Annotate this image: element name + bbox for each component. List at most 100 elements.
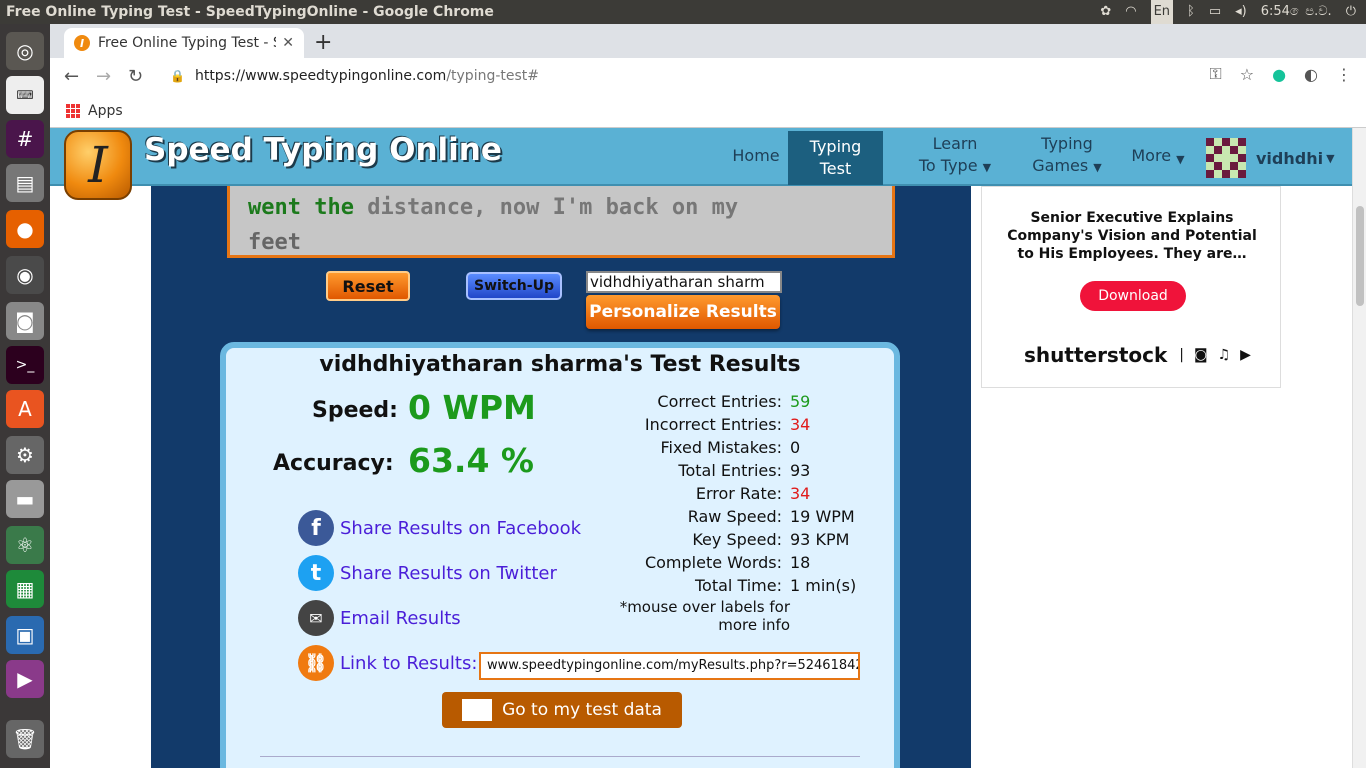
stat-value: 19 WPM (790, 507, 855, 526)
close-tab-icon[interactable]: ✕ (282, 35, 294, 51)
keyboard-app-icon[interactable]: ⌨ (6, 76, 44, 114)
nav-learn-label-2: To Type (918, 156, 978, 175)
power-icon[interactable]: ⏻ (1346, 0, 1356, 24)
link-to-results-label: Link to Results: (340, 652, 478, 674)
system-tray: ✿ ◠ En ᛒ ▭ ◂) 6:54 ෙප.ව. ⏻ (1100, 0, 1366, 24)
video-play-icon: ▶ (1240, 347, 1251, 363)
apps-bookmark[interactable]: Apps (88, 103, 123, 119)
stat-label[interactable]: Raw Speed: (590, 505, 790, 528)
email-results-link[interactable]: ✉ Email Results (298, 600, 461, 636)
nav-more[interactable]: More ▼ (1118, 128, 1198, 184)
stats-note-line-2: more info (718, 616, 790, 634)
speed-label[interactable]: Speed: (312, 398, 398, 423)
nav-typing-games[interactable]: Typing Games ▼ (1012, 128, 1122, 184)
share-facebook-link[interactable]: f Share Results on Facebook (298, 510, 581, 546)
separator: | (1179, 347, 1185, 363)
software-center-icon[interactable]: A (6, 390, 44, 428)
advertisement[interactable]: Senior Executive Explains Company's Visi… (981, 186, 1281, 388)
spreadsheet-icon[interactable]: ▦ (6, 570, 44, 608)
results-link-field[interactable]: www.speedtypingonline.com/myResults.php?… (479, 652, 860, 680)
stat-label[interactable]: Total Time: (590, 574, 790, 597)
atom-icon[interactable]: ⚛ (6, 526, 44, 564)
share-facebook-label: Share Results on Facebook (340, 517, 582, 539)
file-cabinet-icon[interactable]: ▤ (6, 164, 44, 202)
wifi-icon[interactable]: ◠ (1125, 0, 1136, 24)
stat-value: 0 (790, 438, 801, 457)
lock-icon: 🔒 (170, 69, 185, 83)
grammarly-icon[interactable]: ● (1272, 65, 1286, 84)
ad-brand-name: shutterstock (1024, 343, 1168, 367)
bluetooth-icon[interactable]: ᛒ (1187, 0, 1195, 24)
profile-avatar[interactable]: ◐ (1304, 65, 1318, 84)
site-logo-text[interactable]: Speed Typing Online (144, 132, 502, 168)
divider (260, 756, 860, 757)
stat-label[interactable]: Key Speed: (590, 528, 790, 551)
settings-icon[interactable]: ✿ (1100, 0, 1111, 24)
firefox-icon[interactable]: ● (6, 210, 44, 248)
dropdown-arrow-icon: ▼ (1326, 151, 1335, 165)
stat-label[interactable]: Incorrect Entries: (590, 413, 790, 436)
nav-games-label-1: Typing (1041, 134, 1093, 153)
trash-icon[interactable]: 🗑 (6, 720, 44, 758)
typing-text-display[interactable]: went the distance, now I'm back on my fe… (227, 186, 895, 258)
stat-label[interactable]: Fixed Mistakes: (590, 436, 790, 459)
stat-row: Fixed Mistakes: 0 (590, 436, 890, 459)
results-panel: vidhdhiyatharan sharma's Test Results Sp… (220, 342, 900, 768)
nav-learn-label-1: Learn (932, 134, 978, 153)
ubuntu-dash-icon[interactable]: ◎ (6, 32, 44, 70)
system-settings-icon[interactable]: ⚙ (6, 436, 44, 474)
nav-home-label: Home (732, 146, 780, 165)
battery-icon[interactable]: ▭ (1209, 0, 1221, 24)
stat-row: Incorrect Entries: 34 (590, 413, 890, 436)
chrome-icon[interactable]: ◉ (6, 256, 44, 294)
camera-app-icon[interactable]: ◙ (6, 302, 44, 340)
name-input[interactable]: vidhdhiyatharan sharm (586, 271, 782, 293)
menu-dots-icon[interactable]: ⋮ (1336, 65, 1352, 84)
clock[interactable]: 6:54 ෙප.ව. (1261, 0, 1332, 24)
camera-icon: ◙ (1194, 347, 1208, 363)
stat-row: Error Rate: 34 (590, 482, 890, 505)
web-page: Speed Typing Online Home Typing Test Lear… (50, 128, 1352, 768)
document-viewer-icon[interactable]: ▣ (6, 616, 44, 654)
go-to-test-data-button[interactable]: Go to my test data (442, 692, 682, 728)
address-bar-row: ← → ↻ 🔒 https://www.speedtypingonline.co… (50, 58, 1366, 94)
stat-label[interactable]: Total Entries: (590, 459, 790, 482)
key-icon[interactable]: ⚿ (1210, 64, 1222, 84)
nav-typing-test[interactable]: Typing Test (788, 131, 883, 185)
nav-learn-to-type[interactable]: Learn To Type ▼ (900, 128, 1010, 184)
stat-value: 34 (790, 484, 811, 503)
switch-up-button[interactable]: Switch-Up (466, 272, 562, 300)
share-twitter-link[interactable]: t Share Results on Twitter (298, 555, 557, 591)
bookmark-star-icon[interactable]: ☆ (1240, 65, 1254, 84)
site-logo-icon[interactable]: I (64, 130, 132, 200)
presentation-icon[interactable]: ▶ (6, 660, 44, 698)
stat-label[interactable]: Correct Entries: (590, 390, 790, 413)
stat-row: Complete Words: 18 (590, 551, 890, 574)
back-icon[interactable]: ← (64, 66, 79, 87)
accuracy-label[interactable]: Accuracy: (273, 451, 394, 476)
terminal-icon[interactable]: >_ (6, 346, 44, 384)
reload-icon[interactable]: ↻ (128, 66, 143, 87)
new-tab-icon[interactable]: + (314, 30, 332, 55)
forward-icon[interactable]: → (96, 66, 111, 87)
stat-label[interactable]: Complete Words: (590, 551, 790, 574)
browser-tab[interactable]: I Free Online Typing Test - SpeedTypingO… (64, 28, 304, 58)
page-scrollbar[interactable] (1352, 128, 1366, 768)
drive-icon[interactable]: ▬ (6, 480, 44, 518)
scrollbar-thumb[interactable] (1356, 206, 1364, 306)
go-to-test-data-label: Go to my test data (502, 700, 662, 720)
ad-download-button[interactable]: Download (1080, 281, 1186, 311)
stat-row: Total Entries: 93 (590, 459, 890, 482)
stat-label[interactable]: Error Rate: (590, 482, 790, 505)
personalize-results-button[interactable]: Personalize Results (586, 295, 780, 329)
slack-icon[interactable]: # (6, 120, 44, 158)
speed-value: 0 WPM (408, 388, 536, 427)
keyboard-language[interactable]: En (1150, 0, 1174, 24)
user-menu[interactable]: vidhdhi ▼ (1206, 138, 1335, 178)
reset-button[interactable]: Reset (326, 271, 410, 301)
volume-icon[interactable]: ◂) (1235, 0, 1247, 24)
stat-value: 18 (790, 553, 811, 572)
email-icon: ✉ (298, 600, 334, 636)
stat-row: Key Speed: 93 KPM (590, 528, 890, 551)
url-field[interactable]: 🔒 https://www.speedtypingonline.com /typ… (170, 62, 1180, 90)
